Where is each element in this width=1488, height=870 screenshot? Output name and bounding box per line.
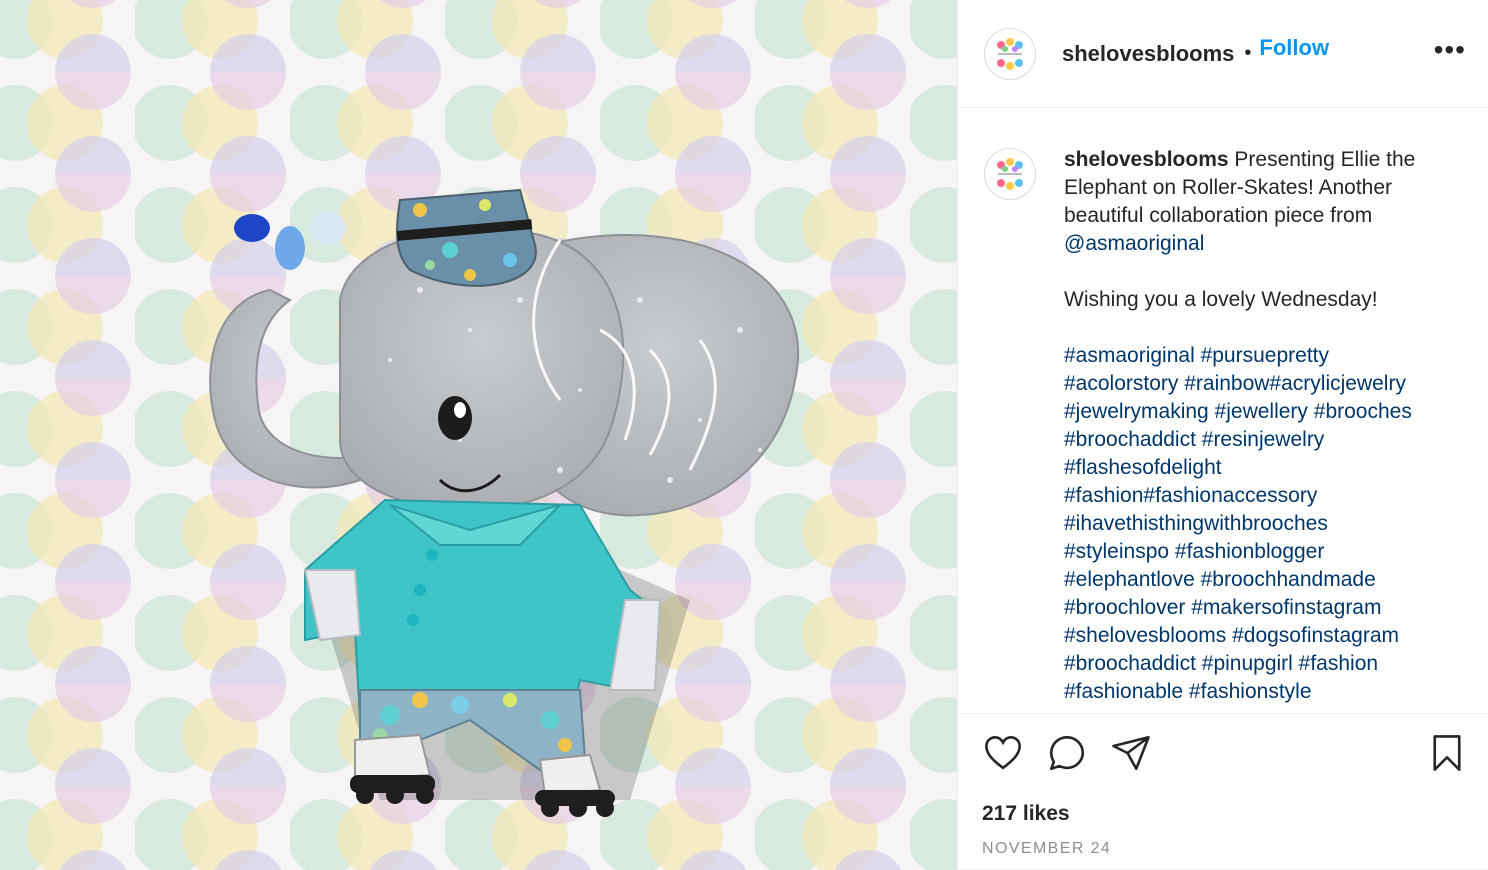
- comments-section: shelovesblooms Presenting Ellie the Elep…: [958, 108, 1488, 713]
- likes-count[interactable]: 217 likes: [982, 802, 1466, 826]
- heart-icon[interactable]: [982, 732, 1024, 774]
- post-caption: shelovesblooms Presenting Ellie the Elep…: [1064, 146, 1468, 713]
- post-date[interactable]: NOVEMBER 24: [982, 840, 1466, 858]
- post-side-panel: shelovesblooms • Follow ••• shelovesbloo…: [957, 0, 1488, 870]
- comment-icon[interactable]: [1046, 732, 1088, 774]
- instagram-post: shelovesblooms • Follow ••• shelovesbloo…: [0, 0, 1488, 870]
- bookmark-icon[interactable]: [1426, 732, 1468, 774]
- separator-dot: •: [1244, 42, 1252, 64]
- avatar[interactable]: [984, 27, 1036, 80]
- action-icons: [982, 732, 1466, 774]
- post-image[interactable]: [0, 0, 957, 870]
- caption-avatar[interactable]: [984, 148, 1036, 200]
- post-header: shelovesblooms • Follow •••: [958, 0, 1488, 108]
- avatar-logo: [986, 29, 1034, 78]
- share-icon[interactable]: [1110, 732, 1152, 774]
- follow-button[interactable]: Follow: [1259, 35, 1329, 61]
- post-actions: 217 likes NOVEMBER 24: [958, 713, 1488, 870]
- username-link[interactable]: shelovesblooms: [1062, 41, 1234, 67]
- elephant-brooch-photo: [0, 0, 957, 870]
- more-options-icon[interactable]: •••: [1434, 35, 1466, 64]
- mention-link[interactable]: @asmaoriginal: [1064, 232, 1204, 255]
- avatar-logo: [986, 150, 1034, 198]
- caption-wish: Wishing you a lovely Wednesday!: [1064, 288, 1378, 311]
- hashtags[interactable]: #asmaoriginal #pursuepretty #acolorstory…: [1064, 344, 1412, 703]
- caption-username[interactable]: shelovesblooms: [1064, 148, 1229, 171]
